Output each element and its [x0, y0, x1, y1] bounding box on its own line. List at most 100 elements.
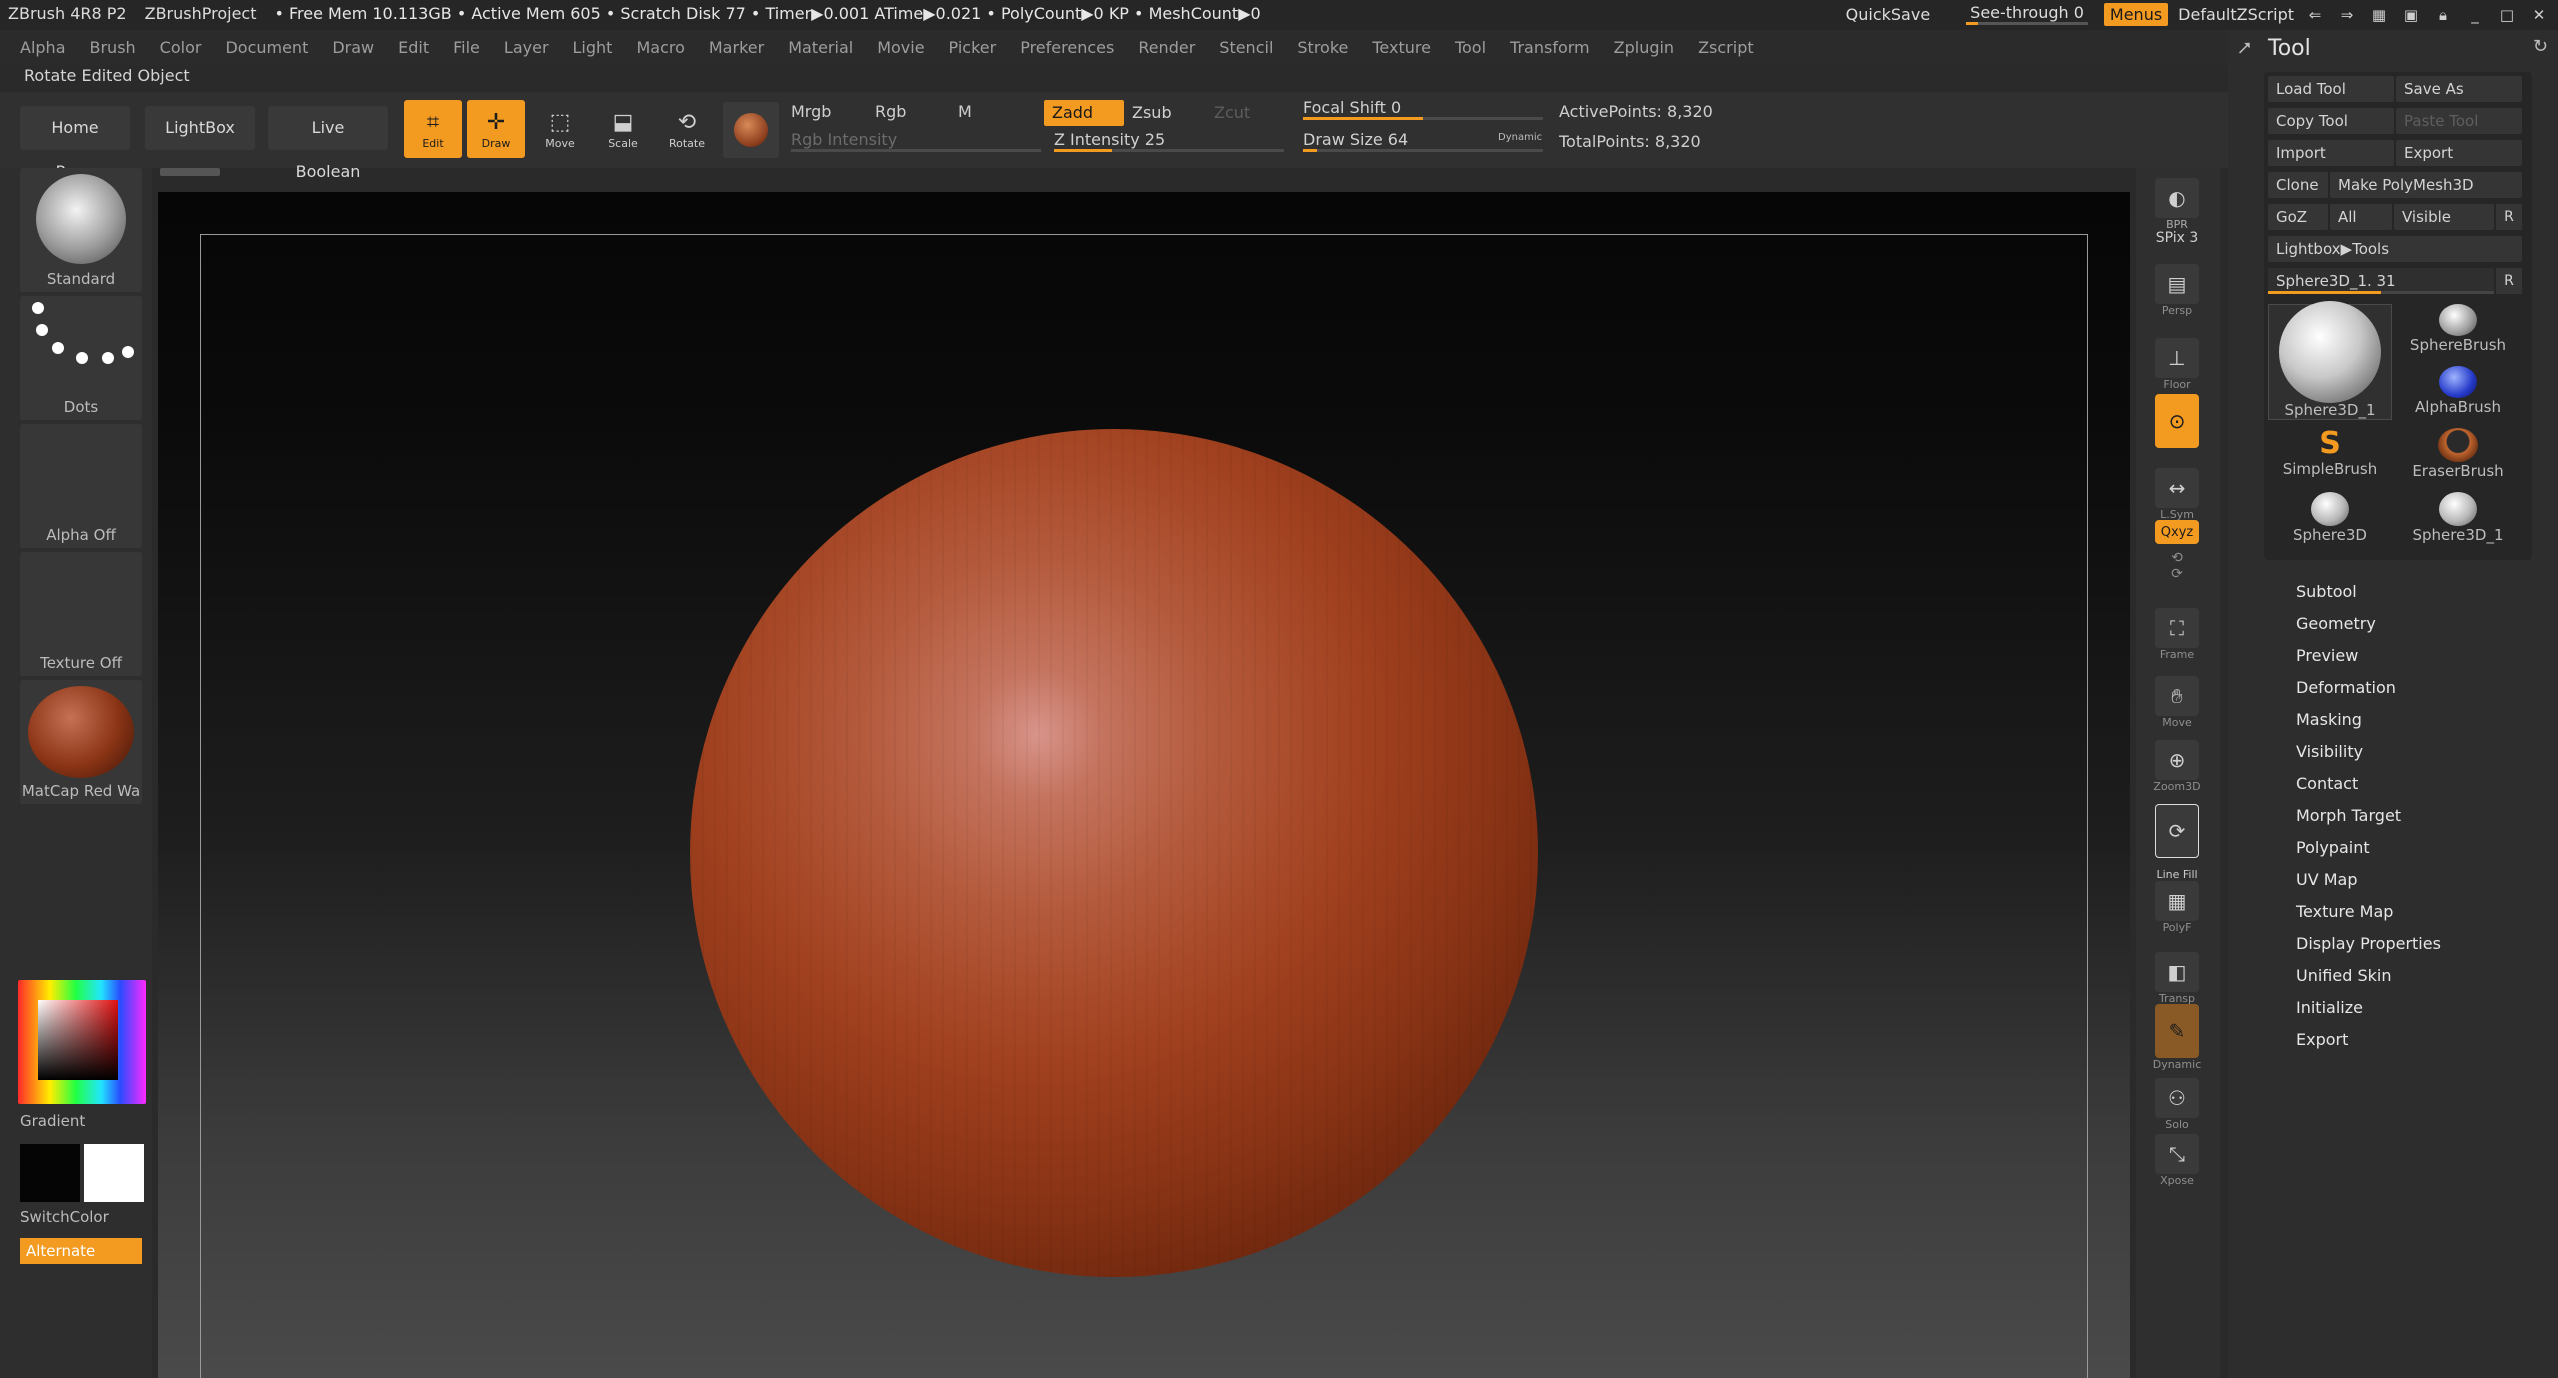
menu-item[interactable]: Movie — [877, 38, 924, 57]
tool-thumb-sphere3d-1[interactable]: Sphere3D_1 — [2396, 492, 2520, 550]
floor-button[interactable]: ⊥ Floor — [2146, 338, 2208, 391]
zcut-button[interactable]: Zcut — [1206, 100, 1286, 126]
current-tool-slider[interactable]: Sphere3D_1. 31 — [2268, 268, 2494, 294]
dynamic-ghost-button[interactable]: ✎ Dynamic — [2146, 1004, 2208, 1071]
alternate-button[interactable]: Alternate — [20, 1238, 142, 1264]
dynamic-toggle[interactable]: Dynamic — [1498, 132, 1542, 143]
tool-thumb-eraserbrush[interactable]: EraserBrush — [2396, 428, 2520, 486]
menu-item[interactable]: Color — [160, 38, 202, 57]
tool-thumb-sphere3d[interactable]: Sphere3D — [2268, 492, 2392, 550]
bpr-button[interactable]: ◐ BPR — [2146, 178, 2208, 231]
secondary-color-swatch[interactable] — [84, 1144, 144, 1202]
canvas-scroll-handle[interactable] — [160, 168, 220, 176]
menus-toggle[interactable]: Menus — [2103, 3, 2169, 26]
copy-tool-button[interactable]: Copy Tool — [2268, 108, 2394, 134]
menu-item[interactable]: Edit — [398, 38, 429, 57]
persp-button[interactable]: ▤ Persp — [2146, 264, 2208, 317]
move-view-button[interactable]: ✋︎ Move — [2146, 676, 2208, 729]
move-button[interactable]: ⬚ Move — [531, 100, 589, 158]
refresh-icon[interactable]: ↻ — [2533, 36, 2548, 57]
lock-icon[interactable]: 🔒︎ — [2432, 5, 2454, 25]
clone-button[interactable]: Clone — [2268, 172, 2328, 198]
tool-thumb-simplebrush[interactable]: S SimpleBrush — [2268, 428, 2392, 486]
draw-button[interactable]: ✛ Draw — [467, 100, 525, 158]
export-button[interactable]: Export — [2396, 140, 2522, 166]
menu-item[interactable]: Alpha — [20, 38, 66, 57]
menu-item[interactable]: Brush — [90, 38, 136, 57]
material-selector[interactable]: MatCap Red Wa — [20, 680, 142, 804]
edit-button[interactable]: ⌗ Edit — [404, 100, 462, 158]
xyz-button[interactable]: Qxyz — [2146, 520, 2208, 544]
tool-section-header[interactable]: Visibility — [2296, 736, 2441, 768]
z-intensity-slider[interactable]: Z Intensity 25 — [1054, 130, 1284, 152]
zoom3d-button[interactable]: ⊕ Zoom3D — [2146, 740, 2208, 793]
pin-icon[interactable]: ⭧ — [2238, 36, 2251, 60]
goz-r-button[interactable]: R — [2496, 204, 2522, 230]
menu-item[interactable]: Stroke — [1297, 38, 1348, 57]
tool-section-header[interactable]: Subtool — [2296, 576, 2441, 608]
solo-button[interactable]: ⚇ Solo — [2146, 1078, 2208, 1131]
spix-slider[interactable]: SPix 3 — [2146, 230, 2208, 246]
layout2-icon[interactable]: ▣ — [2400, 5, 2422, 25]
switchcolor-button[interactable]: SwitchColor — [20, 1208, 109, 1226]
brush-selector[interactable]: Standard — [20, 168, 142, 292]
scale-button[interactable]: ⬓ Scale — [594, 100, 652, 158]
menu-item[interactable]: Render — [1138, 38, 1195, 57]
menu-item[interactable]: Texture — [1372, 38, 1431, 57]
see-through-slider[interactable]: See-through 0 — [1960, 3, 2094, 26]
lightbox-tools-button[interactable]: Lightbox▶Tools — [2268, 236, 2522, 262]
arrows-right-icon[interactable]: ⇒ — [2336, 5, 2358, 25]
rotate-button[interactable]: ⟲ Rotate — [658, 100, 716, 158]
tool-section-header[interactable]: Export — [2296, 1024, 2441, 1056]
tool-section-header[interactable]: Unified Skin — [2296, 960, 2441, 992]
goz-all-button[interactable]: All — [2330, 204, 2392, 230]
menu-item[interactable]: Zplugin — [1614, 38, 1674, 57]
tool-section-header[interactable]: Deformation — [2296, 672, 2441, 704]
stroke-selector[interactable]: Dots — [20, 296, 142, 420]
tool-section-header[interactable]: Contact — [2296, 768, 2441, 800]
menu-item[interactable]: Document — [225, 38, 308, 57]
lsym-button[interactable]: ↔ L.Sym — [2146, 468, 2208, 521]
tool-section-header[interactable]: Texture Map — [2296, 896, 2441, 928]
sphere-3d-model[interactable] — [690, 429, 1538, 1277]
material-swatch[interactable] — [723, 102, 779, 158]
menu-item[interactable]: Layer — [504, 38, 549, 57]
import-button[interactable]: Import — [2268, 140, 2394, 166]
arrows-left-icon[interactable]: ⇐ — [2304, 5, 2326, 25]
default-zscript-button[interactable]: DefaultZScript — [2178, 5, 2294, 24]
menu-item[interactable]: Marker — [709, 38, 764, 57]
gradient-label[interactable]: Gradient — [20, 1112, 85, 1130]
menu-item[interactable]: Tool — [1455, 38, 1486, 57]
home-page-button[interactable]: Home Page — [20, 106, 130, 181]
lightbox-button[interactable]: LightBox — [145, 106, 255, 150]
alpha-selector[interactable]: Alpha Off — [20, 424, 142, 548]
frame-button[interactable]: ⛶ Frame — [2146, 608, 2208, 661]
menu-item[interactable]: Picker — [949, 38, 997, 57]
color-picker[interactable] — [18, 980, 146, 1104]
m-button[interactable]: M — [958, 102, 972, 121]
rotate-axis-icon[interactable]: ⟲ ⟳ — [2146, 550, 2208, 582]
tool-section-header[interactable]: Display Properties — [2296, 928, 2441, 960]
menu-item[interactable]: Preferences — [1020, 38, 1114, 57]
load-tool-button[interactable]: Load Tool — [2268, 76, 2394, 102]
texture-selector[interactable]: Texture Off — [20, 552, 142, 676]
rgb-button[interactable]: Rgb — [875, 102, 906, 121]
tool-section-header[interactable]: Masking — [2296, 704, 2441, 736]
transp-button[interactable]: ◧ Transp — [2146, 952, 2208, 1005]
document-canvas[interactable] — [158, 168, 2130, 1378]
tool-section-header[interactable]: Initialize — [2296, 992, 2441, 1024]
paste-tool-button[interactable]: Paste Tool — [2396, 108, 2522, 134]
tool-section-header[interactable]: Geometry — [2296, 608, 2441, 640]
rotate-view-button[interactable]: ⟳ — [2146, 804, 2208, 858]
local-button[interactable]: ⊙ — [2146, 394, 2208, 448]
live-boolean-button[interactable]: Live Boolean — [268, 106, 388, 181]
zadd-button[interactable]: Zadd — [1044, 100, 1124, 126]
rgb-intensity-slider[interactable]: Rgb Intensity — [791, 130, 1041, 152]
xpose-button[interactable]: ⤡ Xpose — [2146, 1134, 2208, 1187]
main-color-swatch[interactable] — [20, 1144, 80, 1202]
tool-thumb-sphere3d-1-large[interactable]: Sphere3D_1 — [2268, 301, 2392, 420]
menu-item[interactable]: Stencil — [1219, 38, 1273, 57]
menu-item[interactable]: Draw — [332, 38, 374, 57]
goz-button[interactable]: GoZ — [2268, 204, 2328, 230]
tool-palette-title[interactable]: Tool — [2268, 36, 2311, 61]
